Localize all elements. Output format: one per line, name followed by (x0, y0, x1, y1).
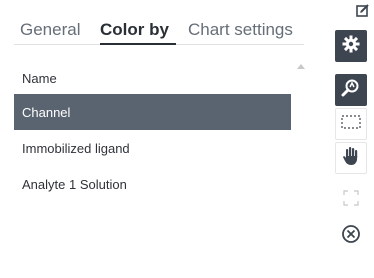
pan-hand-icon (342, 146, 360, 171)
pan-tool-button[interactable] (335, 142, 367, 174)
close-icon (341, 224, 361, 249)
list-item-channel[interactable]: Channel (14, 94, 291, 130)
edit-icon[interactable] (356, 3, 370, 17)
fit-expand-button[interactable] (335, 186, 367, 214)
tab-color-by[interactable]: Color by (100, 20, 169, 40)
list-item-label: Channel (22, 105, 71, 120)
color-by-list: Name Channel Immobilized ligand Analyte … (14, 60, 305, 202)
list-item-analyte-1-solution[interactable]: Analyte 1 Solution (14, 166, 291, 202)
marquee-select-button[interactable] (335, 108, 367, 140)
tab-chart-settings[interactable]: Chart settings (188, 20, 293, 40)
zoom-tool-button[interactable] (335, 74, 367, 106)
active-tab-indicator (100, 43, 176, 45)
sort-ascending-icon[interactable] (297, 64, 305, 69)
tab-bar: General Color by Chart settings (14, 10, 304, 45)
close-button[interactable] (335, 222, 367, 250)
settings-button[interactable] (335, 30, 367, 62)
list-item-immobilized-ligand[interactable]: Immobilized ligand (14, 130, 291, 166)
marquee-select-icon (341, 114, 361, 134)
list-item-label: Analyte 1 Solution (22, 177, 127, 192)
list-header[interactable]: Name (14, 60, 305, 94)
color-by-panel: General Color by Chart settings Name Cha… (0, 0, 374, 278)
gear-icon (342, 35, 360, 58)
zoom-icon (341, 78, 361, 103)
column-header-name: Name (22, 71, 57, 86)
list-item-label: Immobilized ligand (22, 141, 130, 156)
fit-expand-icon (343, 189, 359, 211)
tab-general[interactable]: General (20, 20, 80, 40)
